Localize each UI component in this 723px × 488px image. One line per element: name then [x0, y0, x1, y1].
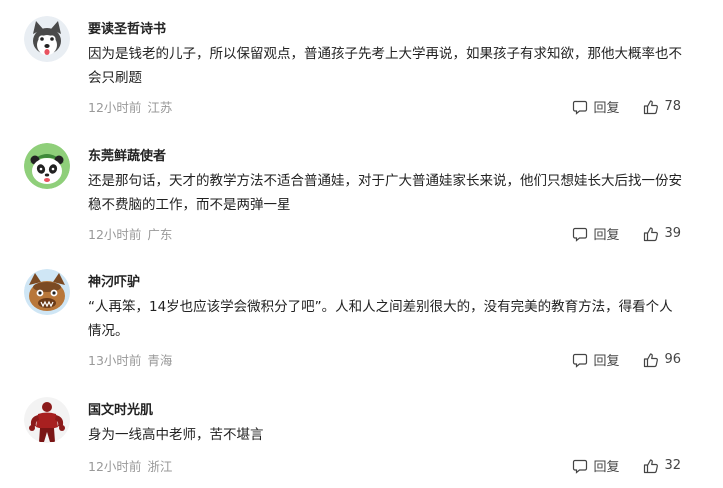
- comment-actions: 回复 96: [572, 350, 681, 369]
- comment-actions: 回复 32: [572, 456, 681, 475]
- avatar[interactable]: [24, 269, 70, 315]
- comment-meta: 13小时前 青海: [88, 350, 172, 369]
- avatar[interactable]: [24, 143, 70, 189]
- reply-label: 回复: [593, 101, 620, 116]
- reply-label: 回复: [593, 228, 620, 243]
- panda-avatar-icon: [24, 143, 70, 189]
- like-count: 78: [664, 99, 681, 114]
- like-count: 96: [664, 352, 681, 367]
- avatar[interactable]: [24, 16, 70, 62]
- location: 青海: [147, 353, 173, 368]
- comment-actions: 回复 78: [572, 97, 681, 116]
- comment-meta: 12小时前 浙江: [88, 456, 172, 475]
- reply-button[interactable]: 回复: [572, 97, 619, 116]
- cartoon-animal-avatar-icon: [24, 269, 70, 315]
- timestamp: 12小时前: [88, 459, 142, 474]
- username[interactable]: 国文时光肌: [88, 399, 153, 418]
- comment-item: 神汈吓驴 “人再笨，14岁也应该学会微积分了吧”。人和人之间差别很大的，没有完美…: [0, 269, 723, 379]
- like-button[interactable]: 39: [643, 226, 681, 242]
- location: 广东: [147, 227, 173, 242]
- username[interactable]: 神汈吓驴: [88, 271, 140, 290]
- comment-item: 东莞鲜蔬使者 还是那句话，天才的教学方法不适合普通娃，对于广大普通娃家长来说，他…: [0, 143, 723, 253]
- reply-icon: [573, 459, 588, 474]
- thumbs-up-icon: [644, 458, 659, 473]
- like-count: 32: [664, 458, 681, 473]
- reply-icon: [573, 353, 588, 368]
- timestamp: 13小时前: [88, 353, 142, 368]
- reply-label: 回复: [593, 460, 620, 475]
- comment-text: 还是那句话，天才的教学方法不适合普通娃，对于广大普通娃家长来说，他们只想娃长大后…: [88, 173, 682, 213]
- husky-dog-avatar-icon: [24, 16, 70, 62]
- comment-meta: 12小时前 江苏: [88, 97, 172, 116]
- like-button[interactable]: 96: [643, 352, 681, 368]
- comment-text: 因为是钱老的儿子，所以保留观点，普通孩子先考上大学再说，如果孩子有求知欲，那他大…: [88, 46, 682, 86]
- thumbs-up-icon: [644, 99, 659, 114]
- location: 浙江: [147, 459, 173, 474]
- timestamp: 12小时前: [88, 100, 142, 115]
- comment-text: 身为一线高中老师，苦不堪言: [88, 427, 264, 443]
- comment-item: 国文时光肌 身为一线高中老师，苦不堪言 12小时前 浙江 回复 32: [0, 397, 723, 482]
- reply-icon: [573, 227, 588, 242]
- timestamp: 12小时前: [88, 227, 142, 242]
- username[interactable]: 要读圣哲诗书: [88, 18, 166, 37]
- thumbs-up-icon: [644, 352, 659, 367]
- like-button[interactable]: 78: [643, 99, 681, 115]
- thumbs-up-icon: [644, 226, 659, 241]
- comment-actions: 回复 39: [572, 224, 681, 243]
- reply-label: 回复: [593, 354, 620, 369]
- location: 江苏: [147, 100, 173, 115]
- muscle-figure-avatar-icon: [24, 397, 70, 443]
- reply-button[interactable]: 回复: [572, 350, 619, 369]
- comment-meta: 12小时前 广东: [88, 224, 172, 243]
- comment-item: 要读圣哲诗书 因为是钱老的儿子，所以保留观点，普通孩子先考上大学再说，如果孩子有…: [0, 16, 723, 126]
- reply-button[interactable]: 回复: [572, 456, 619, 475]
- reply-icon: [573, 100, 588, 115]
- avatar[interactable]: [24, 397, 70, 443]
- like-button[interactable]: 32: [643, 458, 681, 474]
- reply-button[interactable]: 回复: [572, 224, 619, 243]
- comment-text: “人再笨，14岁也应该学会微积分了吧”。人和人之间差别很大的，没有完美的教育方法…: [88, 299, 673, 339]
- like-count: 39: [664, 226, 681, 241]
- username[interactable]: 东莞鲜蔬使者: [88, 145, 166, 164]
